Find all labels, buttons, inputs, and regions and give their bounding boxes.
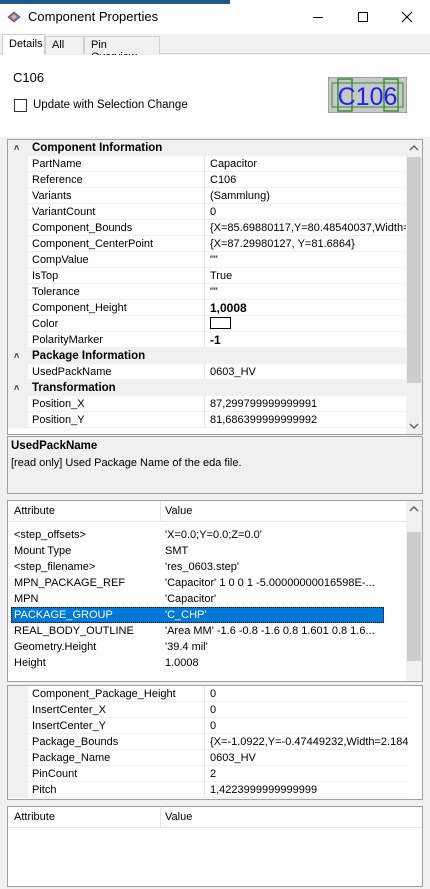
category-transformation[interactable]: ˄ Transformation	[8, 380, 408, 396]
property-row[interactable]: Component_CenterPoint {X=87.29980127, Y=8…	[8, 236, 408, 252]
property-row[interactable]: Pitch 1,4223999999999999	[8, 782, 408, 798]
value-column-header[interactable]: Value	[165, 811, 192, 823]
attributes-scrollbar[interactable]	[406, 501, 422, 681]
description-title: UsedPackName	[11, 440, 98, 452]
attribute-row[interactable]: Height 1.0008	[8, 655, 408, 671]
minimize-icon	[313, 17, 323, 18]
property-row[interactable]: Variants (Sammlung)	[8, 188, 408, 204]
close-icon	[401, 11, 413, 23]
chevron-up-icon[interactable]: ˄	[14, 380, 19, 396]
attribute-row[interactable]: REAL_BODY_OUTLINE 'Area MM' -1.6 -0.8 -1.…	[8, 623, 408, 639]
component-header: C106 Update with Selection Change C106	[0, 55, 430, 137]
package-property-grid[interactable]: Component_Package_Height 0 InsertCenter_X…	[7, 685, 423, 800]
property-row[interactable]: Package_Name 0603_HV	[8, 750, 408, 766]
property-row[interactable]: Position_X 87,299799999999991	[8, 396, 408, 412]
tab-bar: Details All Pin Overview	[0, 34, 430, 63]
attributes-header: Attribute Value	[8, 807, 422, 828]
property-row[interactable]: Reference C106	[8, 172, 408, 188]
property-row[interactable]: CompValue ""	[8, 252, 408, 268]
update-with-selection-checkbox[interactable]	[14, 99, 27, 112]
color-swatch[interactable]	[210, 317, 231, 330]
property-row[interactable]: Tolerance ""	[8, 284, 408, 300]
component-properties-icon	[7, 11, 21, 23]
taskbar-strip	[0, 0, 230, 4]
value-column-header[interactable]: Value	[165, 505, 192, 517]
tab-all[interactable]: All	[45, 36, 84, 54]
attribute-column-header[interactable]: Attribute	[14, 811, 55, 823]
property-grid-scrollbar[interactable]	[406, 140, 422, 434]
property-row[interactable]: PolarityMarker -1	[8, 332, 408, 348]
property-row[interactable]: Component_Height 1,0008	[8, 300, 408, 316]
title-bar[interactable]: Component Properties	[0, 0, 430, 34]
property-row[interactable]: InsertCenter_Y 0	[8, 718, 408, 734]
attribute-row[interactable]: Geometry.Height '39.4 mil'	[8, 639, 408, 655]
property-row[interactable]: Package_Bounds {X=-1.0922,Y=-0.47449232,W…	[8, 734, 408, 750]
property-row[interactable]: Color	[8, 316, 408, 332]
scroll-down-icon[interactable]	[406, 418, 422, 434]
property-row[interactable]: InsertCenter_X 0	[8, 702, 408, 718]
property-row[interactable]: PinCount 2	[8, 766, 408, 782]
property-row[interactable]: IsTop True	[8, 268, 408, 284]
property-row[interactable]: Position_Y 81,686399999999992	[8, 412, 408, 428]
chevron-up-icon[interactable]: ˄	[14, 140, 19, 156]
property-grid-rows: ˄ Component Information PartName Capacito…	[8, 140, 408, 428]
description-text: [read only] Used Package Name of the eda…	[11, 457, 242, 469]
scroll-up-icon[interactable]	[406, 501, 422, 517]
attribute-column-header[interactable]: Attribute	[14, 505, 55, 517]
scroll-up-icon[interactable]	[406, 140, 422, 156]
attribute-row[interactable]: Mount Type SMT	[8, 543, 408, 559]
maximize-button[interactable]	[340, 0, 386, 34]
component-properties-window: Component Properties Details All Pin Ove…	[0, 0, 430, 889]
property-row[interactable]: VariantCount 0	[8, 204, 408, 220]
attributes-header: Attribute Value	[8, 501, 408, 522]
property-row[interactable]: Component_Bounds {X=85.69880117,Y=80.4854…	[8, 220, 408, 236]
attribute-row[interactable]: MPN 'Capacitor'	[8, 591, 408, 607]
update-with-selection-label: Update with Selection Change	[33, 99, 188, 111]
tab-details[interactable]: Details	[2, 34, 45, 55]
component-preview-label: C106	[338, 83, 398, 111]
close-button[interactable]	[384, 0, 430, 34]
attributes-table-2[interactable]: Attribute Value	[7, 806, 423, 887]
property-row[interactable]: PartName Capacitor	[8, 156, 408, 172]
scrollbar-thumb[interactable]	[407, 157, 421, 383]
chevron-up-icon[interactable]: ˄	[14, 348, 19, 364]
minimize-button[interactable]	[295, 0, 341, 34]
property-row[interactable]: Component_Package_Height 0	[8, 686, 408, 702]
component-preview: C106	[328, 77, 407, 113]
attribute-row-selected[interactable]: PACKAGE_GROUP 'C_CHP'	[8, 607, 408, 623]
scrollbar-thumb[interactable]	[407, 532, 421, 661]
category-package-information[interactable]: ˄ Package Information	[8, 348, 408, 364]
window-title: Component Properties	[28, 9, 159, 24]
property-grid[interactable]: ˄ Component Information PartName Capacito…	[7, 139, 423, 435]
description-panel: UsedPackName [read only] Used Package Na…	[7, 436, 423, 494]
property-row[interactable]: UsedPackName 0603_HV	[8, 364, 408, 380]
component-name: C106	[13, 70, 45, 85]
attribute-row[interactable]: <step_filename>'res_0603.step'	[8, 559, 408, 575]
attribute-row[interactable]: MPN_PACKAGE_REF 'Capacitor' 1 0 0 1 -5.00…	[8, 575, 408, 591]
attribute-row[interactable]: <step_offsets> 'X=0.0;Y=0.0;Z=0.0'	[8, 527, 408, 543]
maximize-icon	[358, 12, 368, 22]
tab-pin-overview[interactable]: Pin Overview	[84, 36, 160, 63]
category-component-information[interactable]: ˄ Component Information	[8, 140, 408, 156]
attributes-table[interactable]: Attribute Value <step_offsets> 'X=0.0;Y=0…	[7, 500, 423, 682]
